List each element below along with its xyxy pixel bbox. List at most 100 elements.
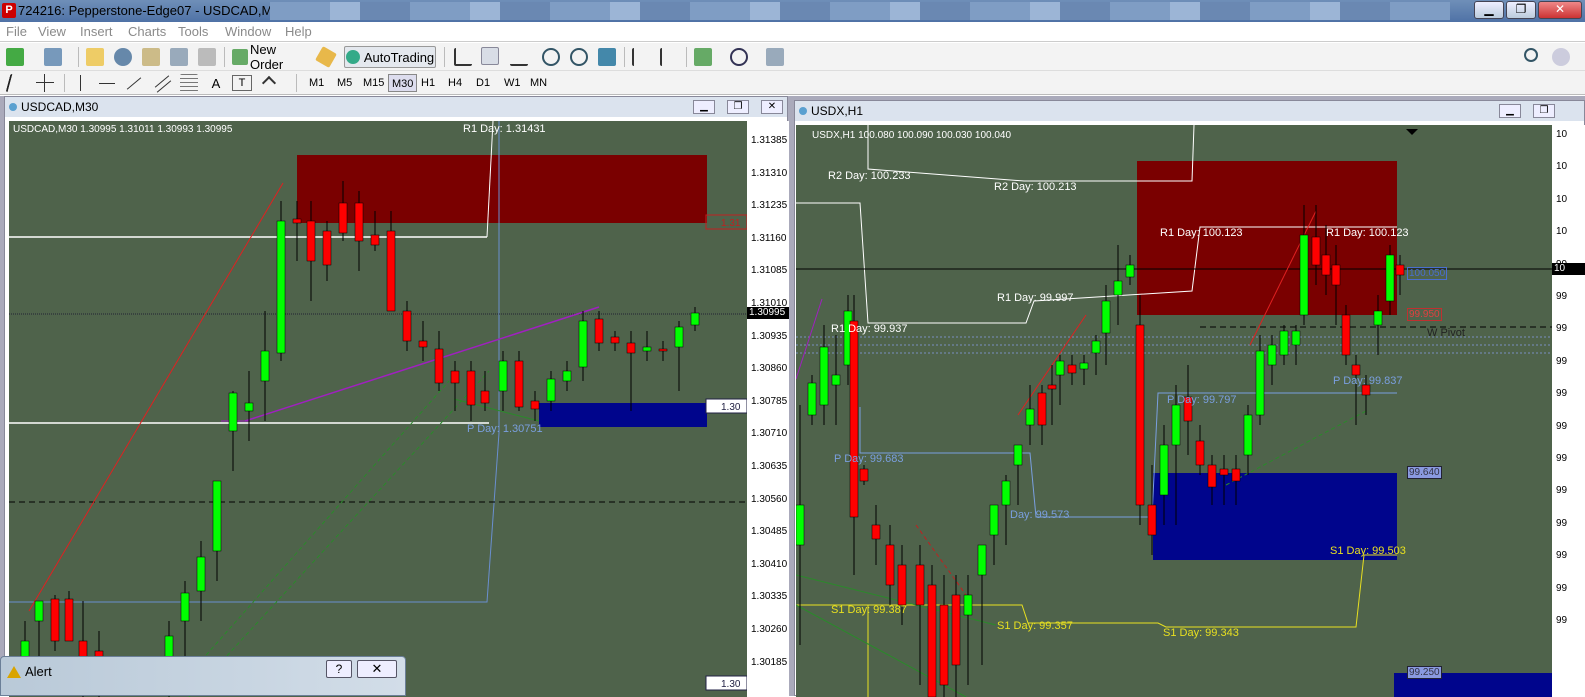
market-watch-icon[interactable] [86, 48, 104, 66]
candle-body [1373, 310, 1383, 326]
r1-day-label-3: R1 Day: 99.997 [997, 292, 1074, 304]
menu-view[interactable]: View [38, 24, 66, 39]
tf-d1[interactable]: D1 [473, 74, 493, 92]
profiles-icon[interactable] [44, 48, 62, 66]
metaeditor-icon[interactable] [315, 46, 337, 68]
candle-body [1195, 440, 1205, 466]
tf-m15[interactable]: M15 [360, 74, 387, 92]
minimize-button[interactable]: ▁ [1474, 1, 1504, 19]
candle-body [386, 230, 396, 312]
alert-close-button[interactable]: ✕ [357, 660, 397, 678]
tile-windows-icon[interactable] [598, 48, 616, 66]
arrows-icon[interactable] [261, 74, 280, 92]
candle-body [402, 310, 412, 342]
autoscroll-icon[interactable] [660, 48, 678, 66]
new-chart-icon[interactable] [6, 48, 24, 66]
strategy-tester-icon[interactable] [198, 48, 216, 66]
chart-window-usdcad: USDCAD,M30 ▁ ❐ ✕ USDCAD,M30 1.30995 1.31… [4, 96, 789, 697]
separator [224, 47, 225, 67]
price-scale-tick: 99 [1556, 582, 1568, 594]
autotrading-button[interactable]: AutoTrading [344, 46, 436, 68]
candle-body [370, 234, 380, 246]
trendline-icon[interactable] [124, 74, 142, 92]
close-button[interactable]: ✕ [1538, 1, 1582, 19]
menu-help[interactable]: Help [285, 24, 312, 39]
label-tool[interactable]: T [232, 75, 252, 91]
tf-m1[interactable]: M1 [306, 74, 327, 92]
alert-window[interactable]: Alert ? ✕ [0, 656, 406, 696]
text-tool[interactable]: A [206, 72, 226, 94]
horizontal-line-icon[interactable] [98, 74, 116, 92]
chart-window-title-bar: USDX,H1 ▁ ❐ [795, 101, 1584, 121]
chart-restore-button[interactable]: ❐ [727, 100, 749, 114]
candle-body [322, 230, 332, 266]
line-chart-icon[interactable] [510, 48, 528, 66]
menu-tools[interactable]: Tools [178, 24, 208, 39]
tf-h1[interactable]: H1 [418, 74, 438, 92]
vertical-line-icon[interactable] [72, 74, 90, 92]
chart-minimize-button[interactable]: ▁ [693, 100, 715, 114]
chat-icon[interactable] [1552, 48, 1570, 66]
indicators-icon[interactable] [694, 48, 712, 66]
tf-m5[interactable]: M5 [334, 74, 355, 92]
fibonacci-icon[interactable] [180, 74, 198, 92]
periods-icon[interactable] [730, 48, 748, 66]
search-icon[interactable] [1524, 48, 1538, 62]
usdx-price-scale[interactable]: 10101010999999999999999999999999 10 [1552, 125, 1585, 697]
candle-body [885, 544, 895, 586]
menu-window[interactable]: Window [225, 24, 271, 39]
candle-body [196, 556, 206, 592]
menu-charts[interactable]: Charts [128, 24, 166, 39]
price-scale-tick: 99 [1556, 323, 1568, 335]
menu-file[interactable]: File [6, 24, 27, 39]
candlestick-icon[interactable] [481, 47, 499, 65]
price-scale-tick: 1.30185 [751, 656, 788, 668]
crosshair-icon[interactable] [36, 74, 54, 92]
candle-body [796, 504, 805, 546]
zoom-out-icon[interactable] [570, 48, 588, 66]
price-scale-tick: 1.31160 [751, 232, 787, 244]
candle-body [1079, 362, 1089, 370]
price-scale-tick: 1.31085 [751, 265, 788, 277]
bar-chart-icon[interactable] [454, 48, 472, 66]
chart-restore-button[interactable]: ❐ [1533, 104, 1555, 118]
new-order-button[interactable]: New Order [250, 42, 310, 72]
candle-body [1091, 340, 1101, 354]
tf-h4[interactable]: H4 [445, 74, 465, 92]
channel-icon[interactable] [152, 74, 172, 93]
candle-body [915, 564, 925, 606]
usdcad-price-scale[interactable]: 1.31385 1.31310 1.31235 1.31160 1.31085 1.310… [747, 121, 789, 697]
price-scale-tick: 1.30935 [751, 330, 788, 342]
tf-mn[interactable]: MN [527, 74, 550, 92]
zoom-in-icon[interactable] [542, 48, 560, 66]
candle-body [1311, 236, 1321, 266]
restore-button[interactable]: ❐ [1506, 1, 1536, 19]
tf-w1[interactable]: W1 [501, 74, 524, 92]
alert-help-button[interactable]: ? [326, 660, 352, 678]
candle-body [859, 468, 869, 482]
menu-insert[interactable]: Insert [80, 24, 113, 39]
candle-body [546, 378, 556, 402]
candle-body [480, 390, 490, 404]
price-scale-tick: 1.31235 [751, 200, 788, 212]
candle-body [1025, 408, 1035, 426]
pivot-day-label-2: Day: 99.573 [1010, 509, 1070, 521]
chart-shift-icon[interactable] [632, 48, 650, 66]
candle-body [562, 370, 572, 382]
candle-body [514, 360, 524, 408]
chart-close-button[interactable]: ✕ [761, 100, 783, 114]
chart-window-icon [799, 107, 807, 115]
candle-body [466, 370, 476, 406]
navigator-icon[interactable] [114, 48, 132, 66]
templates-icon[interactable] [766, 48, 784, 66]
cursor-icon[interactable] [5, 74, 29, 92]
data-window-icon[interactable] [142, 48, 160, 66]
terminal-icon[interactable] [170, 48, 188, 66]
candle-body [1125, 264, 1135, 278]
tf-m30[interactable]: M30 [388, 74, 418, 92]
usdcad-chart[interactable]: USDCAD,M30 1.30995 1.31011 1.30993 1.309… [9, 121, 747, 697]
chart-minimize-button[interactable]: ▁ [1499, 104, 1521, 118]
usdx-chart[interactable]: USDX,H1 100.080 100.090 100.030 100.040 [796, 125, 1552, 697]
candle-body [228, 392, 238, 432]
candle-body [450, 370, 460, 384]
